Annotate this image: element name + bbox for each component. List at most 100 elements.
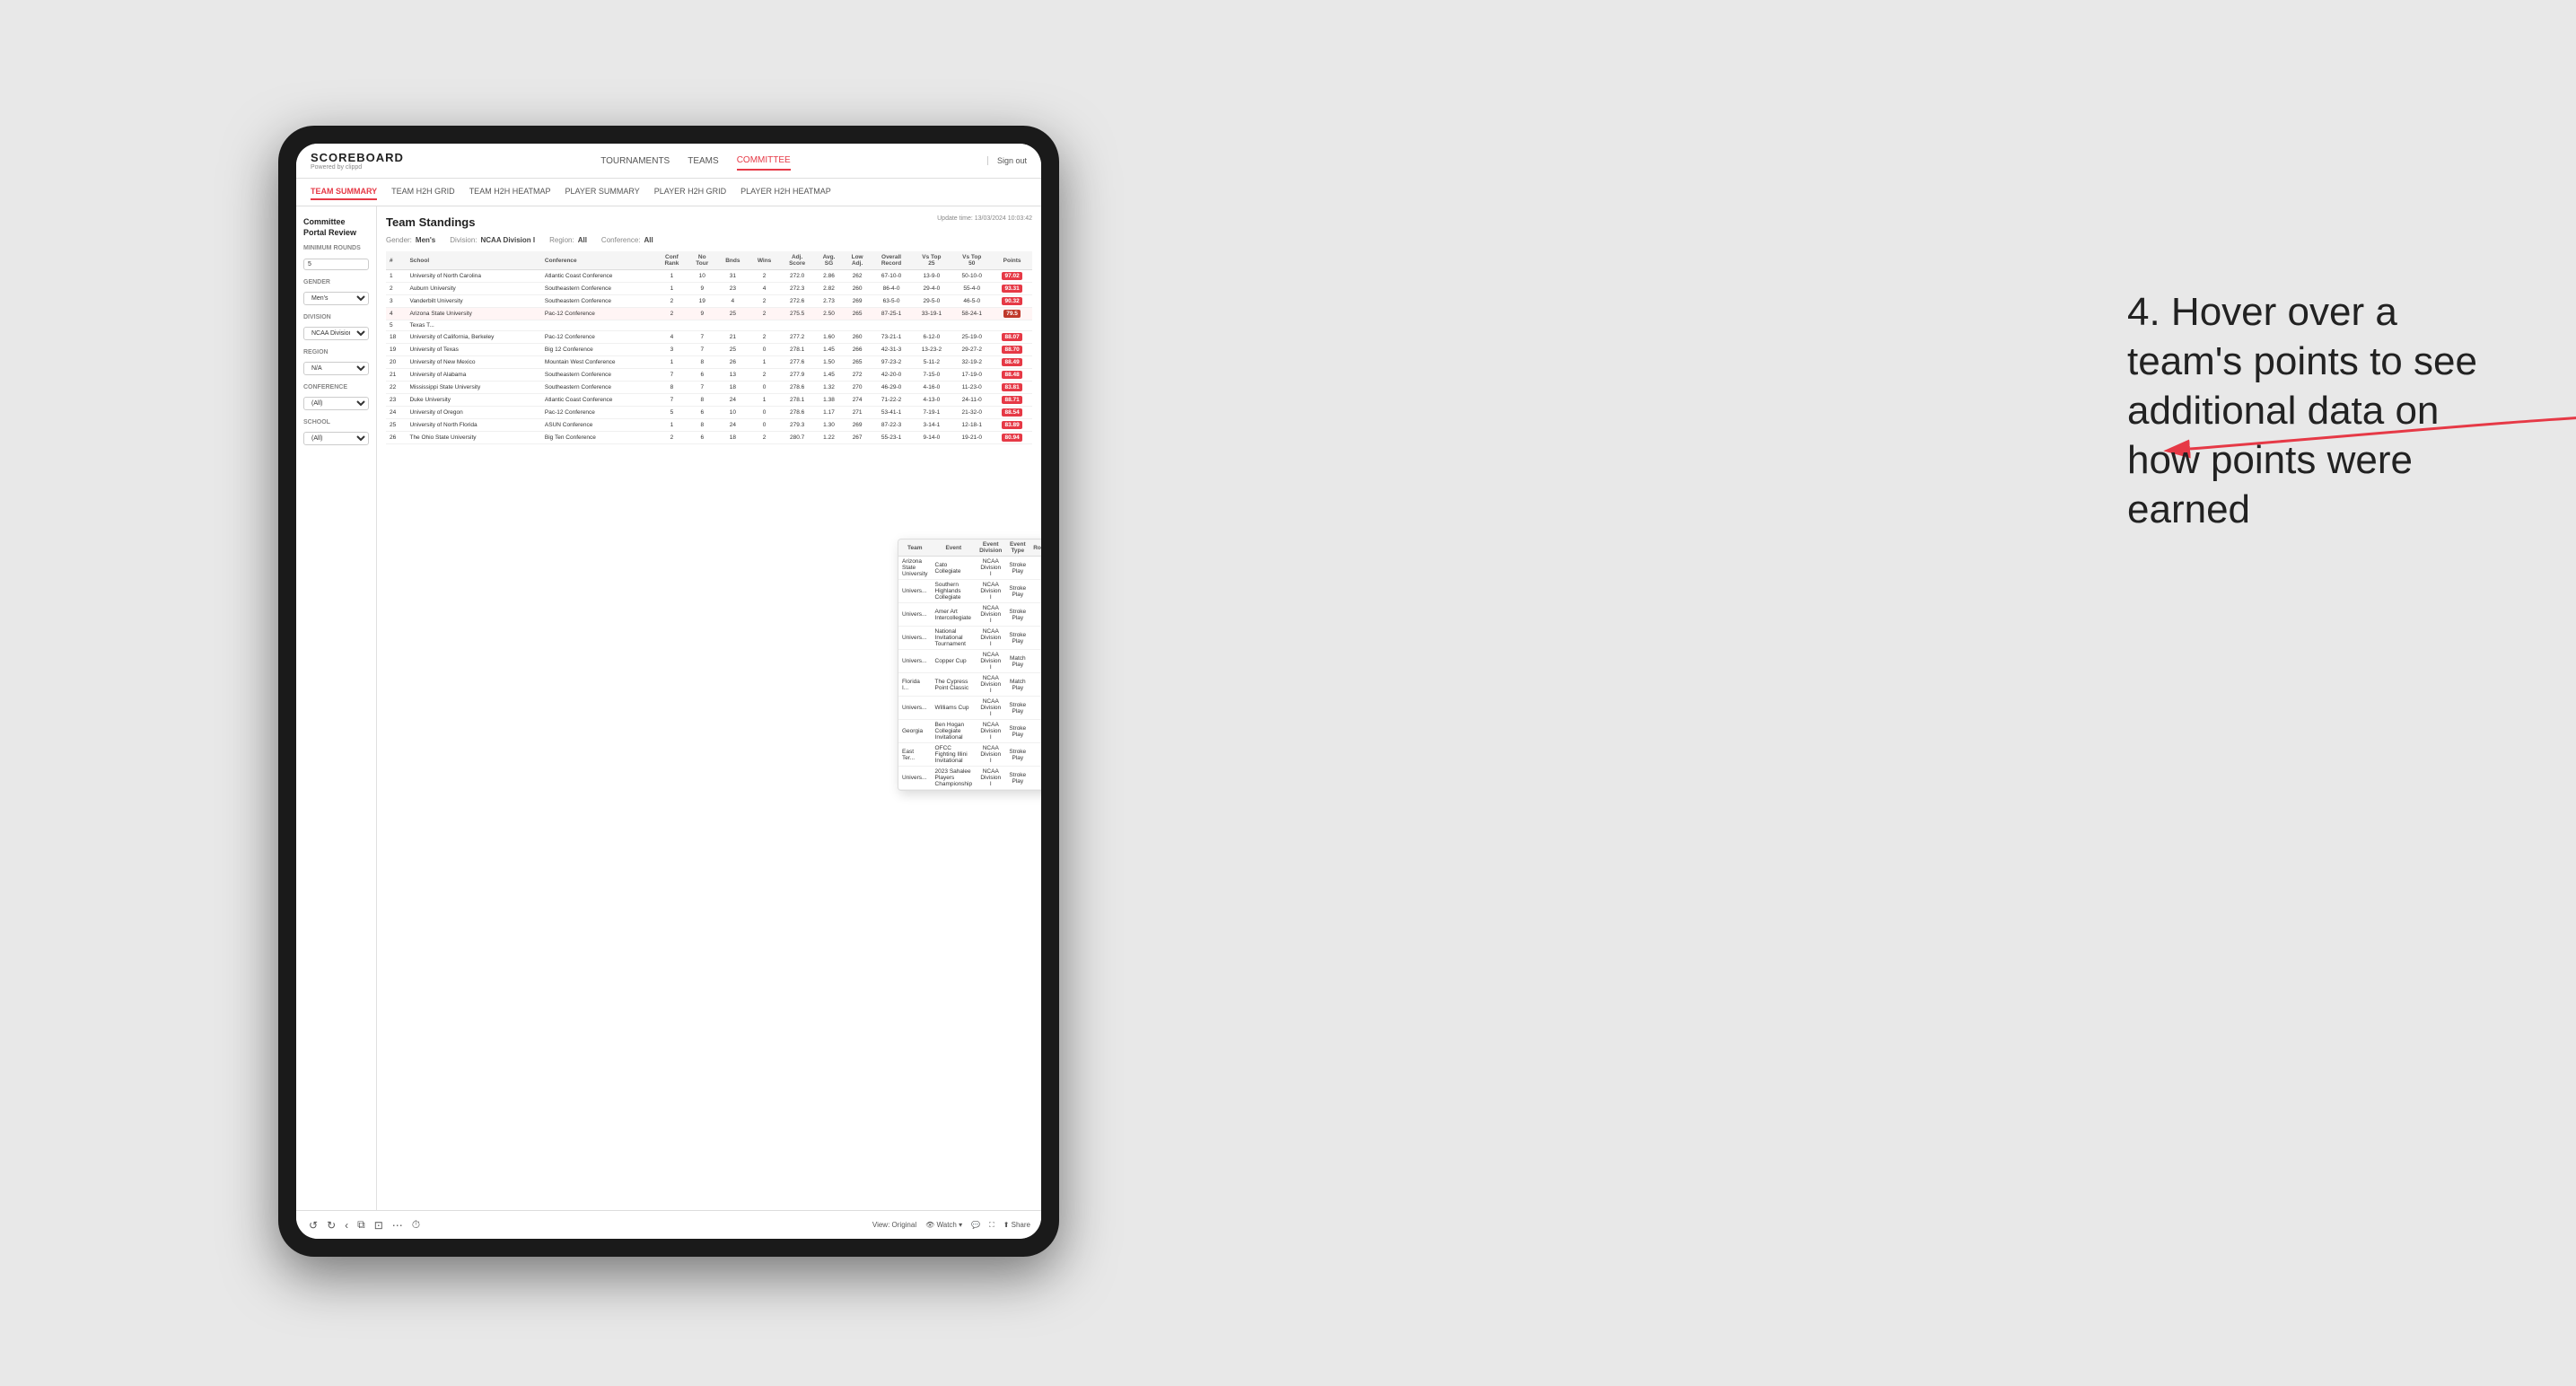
tooltip-col-division: Event Division xyxy=(976,539,1005,557)
tab-player-summary[interactable]: PLAYER SUMMARY xyxy=(565,184,640,200)
sign-out-button[interactable]: Sign out xyxy=(987,156,1027,165)
col-points: Points xyxy=(992,251,1032,270)
division-select[interactable]: NCAA Division I xyxy=(303,327,369,340)
table-row: 26 The Ohio State University Big Ten Con… xyxy=(386,432,1032,444)
share-button[interactable]: ⬆ Share xyxy=(1003,1221,1030,1229)
col-bnds: Bnds xyxy=(716,251,749,270)
points-tooltip: Team Event Event Division Event Type Rou… xyxy=(898,539,1041,791)
main-content: CommitteePortal Review Minimum Rounds Ge… xyxy=(296,206,1041,1210)
nav-committee[interactable]: COMMITTEE xyxy=(737,152,791,171)
filter-gender: Gender: Men's xyxy=(386,236,435,244)
col-vs25: Vs Top25 xyxy=(911,251,951,270)
tab-team-h2h-grid[interactable]: TEAM H2H GRID xyxy=(391,184,455,200)
col-conference: Conference xyxy=(541,251,656,270)
list-item: Georgia Ben Hogan Collegiate Invitationa… xyxy=(898,720,1041,743)
main-nav: TOURNAMENTS TEAMS COMMITTEE xyxy=(600,152,791,171)
comment-icon[interactable]: 💬 xyxy=(971,1221,980,1229)
list-item: Univers... Amer Art Intercollegiate NCAA… xyxy=(898,603,1041,627)
col-conf-rank: ConfRank xyxy=(656,251,688,270)
nav-tournaments[interactable]: TOURNAMENTS xyxy=(600,153,670,170)
table-row: 21 University of Alabama Southeastern Co… xyxy=(386,369,1032,382)
report-filters: Gender: Men's Division: NCAA Division I … xyxy=(386,236,1032,244)
tab-player-h2h-heatmap[interactable]: PLAYER H2H HEATMAP xyxy=(740,184,831,200)
school-select[interactable]: (All) xyxy=(303,432,369,445)
list-item: Arizona StateUniversity Cato Collegiate … xyxy=(898,557,1041,580)
redo-icon[interactable]: ↻ xyxy=(325,1217,337,1233)
tab-player-h2h-grid[interactable]: PLAYER H2H GRID xyxy=(654,184,726,200)
minimum-rounds-input[interactable] xyxy=(303,259,369,270)
col-rank: # xyxy=(386,251,406,270)
col-overall: OverallRecord xyxy=(872,251,912,270)
tab-team-summary[interactable]: TEAM SUMMARY xyxy=(311,184,377,200)
undo-icon[interactable]: ↺ xyxy=(307,1217,320,1233)
report-area: Team Standings Update time: 13/03/2024 1… xyxy=(377,206,1041,1210)
col-school: School xyxy=(406,251,540,270)
paste-icon[interactable]: ⊡ xyxy=(372,1217,385,1233)
gender-label: Gender xyxy=(303,279,369,285)
sidebar: CommitteePortal Review Minimum Rounds Ge… xyxy=(296,206,377,1210)
tab-team-h2h-heatmap[interactable]: TEAM H2H HEATMAP xyxy=(469,184,551,200)
back-icon[interactable]: ‹ xyxy=(343,1217,350,1233)
list-item: Univers... Southern Highlands Collegiate… xyxy=(898,580,1041,603)
toolbar: ↺ ↻ ‹ ⧉ ⊡ ⋯ ⏱ View: Original 👁 Watch ▾ 💬… xyxy=(296,1210,1041,1239)
toolbar-right: View: Original 👁 Watch ▾ 💬 ⛶ ⬆ Share xyxy=(872,1221,1030,1230)
gender-select[interactable]: Men's xyxy=(303,292,369,305)
tooltip-col-rounds: Rounds xyxy=(1030,539,1041,557)
tablet-screen: SCOREBOARD Powered by clippd TOURNAMENTS… xyxy=(296,144,1041,1239)
school-label: School xyxy=(303,419,369,425)
col-vs50: Vs Top50 xyxy=(951,251,992,270)
table-row-highlighted: 4 Arizona State University Pac-12 Confer… xyxy=(386,308,1032,320)
table-row: 23 Duke University Atlantic Coast Confer… xyxy=(386,394,1032,407)
division-label: Division xyxy=(303,314,369,320)
col-avg-sg: Avg.SG xyxy=(814,251,843,270)
list-item: Univers... 2023 Sahalee Players Champion… xyxy=(898,767,1041,790)
report-title: Team Standings xyxy=(386,215,475,229)
report-header: Team Standings Update time: 13/03/2024 1… xyxy=(386,215,1032,229)
sidebar-title: CommitteePortal Review xyxy=(303,217,369,238)
list-item: Univers... National Invitational Tournam… xyxy=(898,627,1041,650)
list-item: Univers... Copper Cup NCAA Division I Ma… xyxy=(898,650,1041,673)
fullscreen-icon[interactable]: ⛶ xyxy=(989,1221,994,1230)
table-row: 18 University of California, Berkeley Pa… xyxy=(386,331,1032,344)
clock-icon[interactable]: ⏱ xyxy=(410,1216,422,1233)
table-row: 22 Mississippi State University Southeas… xyxy=(386,382,1032,394)
tooltip-col-event: Event xyxy=(932,539,977,557)
sidebar-conference: Conference (All) xyxy=(303,384,369,410)
sidebar-minimum-rounds: Minimum Rounds xyxy=(303,245,369,270)
sub-nav: TEAM SUMMARY TEAM H2H GRID TEAM H2H HEAT… xyxy=(296,179,1041,206)
update-time: Update time: 13/03/2024 10:03:42 xyxy=(937,215,1032,222)
sidebar-gender: Gender Men's xyxy=(303,279,369,305)
sidebar-school: School (All) xyxy=(303,419,369,445)
app-header: SCOREBOARD Powered by clippd TOURNAMENTS… xyxy=(296,144,1041,179)
app-logo-sub: Powered by clippd xyxy=(311,164,404,171)
standings-table: # School Conference ConfRank NoTour Bnds… xyxy=(386,251,1032,444)
logo-area: SCOREBOARD Powered by clippd xyxy=(311,151,404,171)
list-item: Florida I... The Cypress Point Classic N… xyxy=(898,673,1041,697)
col-low: LowAdj. xyxy=(844,251,872,270)
conference-select[interactable]: (All) xyxy=(303,397,369,410)
table-row: 1 University of North Carolina Atlantic … xyxy=(386,270,1032,283)
menu-icon[interactable]: ⋯ xyxy=(390,1217,405,1233)
table-row: 2 Auburn University Southeastern Confere… xyxy=(386,283,1032,295)
table-row: 5 Texas T... xyxy=(386,320,1032,331)
watch-button[interactable]: 👁 Watch ▾ xyxy=(925,1221,962,1229)
region-select[interactable]: N/A xyxy=(303,362,369,375)
table-row: 20 University of New Mexico Mountain Wes… xyxy=(386,356,1032,369)
conference-label: Conference xyxy=(303,384,369,390)
table-row: 19 University of Texas Big 12 Conference… xyxy=(386,344,1032,356)
table-row: 25 University of North Florida ASUN Conf… xyxy=(386,419,1032,432)
tablet-frame: SCOREBOARD Powered by clippd TOURNAMENTS… xyxy=(278,126,1059,1257)
app-logo: SCOREBOARD xyxy=(311,151,404,164)
tooltip-table: Team Event Event Division Event Type Rou… xyxy=(898,539,1041,790)
view-original-button[interactable]: View: Original xyxy=(872,1221,916,1229)
tooltip-col-type: Event Type xyxy=(1005,539,1030,557)
region-label: Region xyxy=(303,349,369,355)
nav-teams[interactable]: TEAMS xyxy=(688,153,718,170)
annotation-text: 4. Hover over a team's points to see add… xyxy=(2127,287,2504,534)
toolbar-left: ↺ ↻ ‹ ⧉ ⊡ ⋯ ⏱ xyxy=(307,1216,422,1233)
share-icon: ⬆ xyxy=(1003,1221,1010,1229)
filter-conference: Conference: All xyxy=(601,236,653,244)
copy-icon[interactable]: ⧉ xyxy=(355,1216,367,1233)
sidebar-region: Region N/A xyxy=(303,349,369,375)
list-item: Univers... Williams Cup NCAA Division I … xyxy=(898,697,1041,720)
